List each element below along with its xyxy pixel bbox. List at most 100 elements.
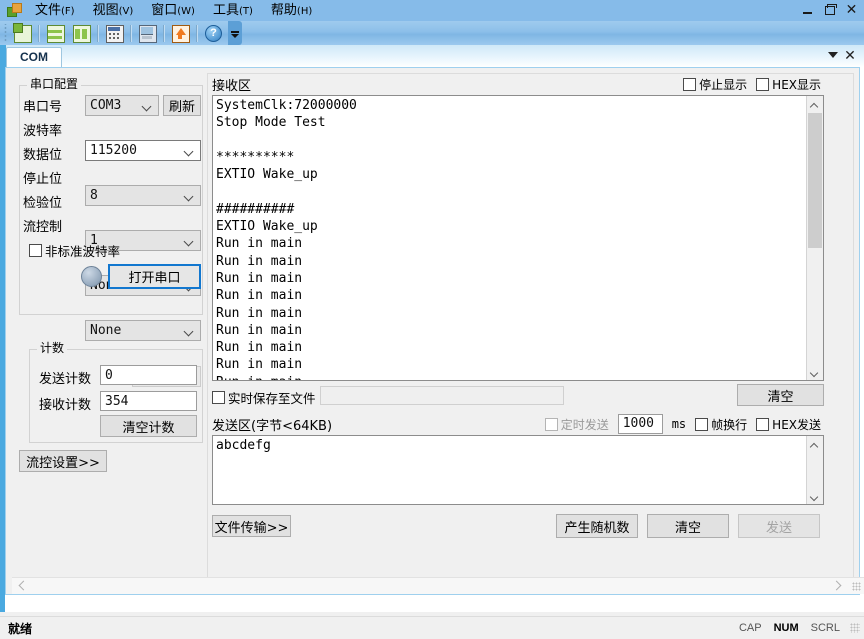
calculator-button[interactable] xyxy=(102,22,126,45)
stop-display-checkbox[interactable] xyxy=(683,77,697,91)
port-number-label: 串口号 xyxy=(23,100,63,115)
flow-control-combo[interactable]: None xyxy=(85,320,201,341)
minimize-icon[interactable] xyxy=(801,3,814,16)
chevron-down-icon xyxy=(185,237,193,245)
send-scrollbar[interactable] xyxy=(806,436,823,504)
frame-newline-checkbox-wrap[interactable]: 帧换行 xyxy=(695,416,747,433)
flow-control-settings-label: 流控设置>> xyxy=(26,455,100,471)
send-scroll-down-button[interactable] xyxy=(807,488,823,504)
menu-item-view[interactable]: 视图(V) xyxy=(84,1,143,21)
flow-control-value: None xyxy=(90,323,122,338)
horizontal-split-button[interactable] xyxy=(43,22,67,45)
receive-scrollbar[interactable] xyxy=(806,96,823,380)
help-button[interactable]: ? xyxy=(201,22,225,45)
send-button-label: 发送 xyxy=(765,520,792,536)
generate-random-button[interactable]: 产生随机数 xyxy=(556,514,638,538)
toolbar-separator xyxy=(130,24,131,42)
custom-baud-checkbox[interactable] xyxy=(29,244,42,257)
frame-newline-label: 帧换行 xyxy=(711,417,748,432)
toolbar-grip[interactable] xyxy=(2,24,9,42)
tab-close-icon[interactable]: ✕ xyxy=(842,47,858,63)
new-document-button[interactable] xyxy=(10,22,34,45)
status-resize-grip-icon[interactable] xyxy=(850,623,860,633)
menu-item-tools[interactable]: 工具(T) xyxy=(204,1,262,21)
rx-count-label: 接收计数 xyxy=(39,398,92,413)
scroll-right-icon[interactable] xyxy=(833,581,842,590)
resize-grip-icon xyxy=(852,582,861,591)
menu-item-window-mnemonic: (W) xyxy=(177,5,195,17)
save-to-file-checkbox[interactable] xyxy=(212,391,225,404)
menu-item-file[interactable]: 文件(F) xyxy=(26,1,84,21)
data-bits-combo[interactable]: 8 xyxy=(85,185,201,206)
baud-rate-label: 波特率 xyxy=(23,124,63,139)
hex-display-label: HEX显示 xyxy=(772,77,821,92)
rx-count-value: 354 xyxy=(105,394,129,409)
menu-item-view-mnemonic: (V) xyxy=(118,5,134,17)
clear-receive-button[interactable]: 清空 xyxy=(737,384,824,406)
chevron-down-icon xyxy=(185,192,193,200)
frame-newline-checkbox[interactable] xyxy=(695,417,709,431)
clear-send-label: 清空 xyxy=(674,520,701,536)
generate-random-label: 产生随机数 xyxy=(564,520,630,536)
save-to-file-row: 实时保存至文件 xyxy=(212,387,316,408)
chevron-down-icon xyxy=(185,327,193,335)
app-logo-icon xyxy=(6,3,22,18)
tx-count-field[interactable]: 0 xyxy=(100,365,197,385)
toolbar-overflow-icon[interactable] xyxy=(228,21,242,45)
refresh-ports-label: 刷新 xyxy=(168,100,195,115)
baud-rate-value: 115200 xyxy=(90,143,137,158)
mdi-child-frame: 串口配置 串口号 COM3 刷新 波特率 115200 数据位 8 停止位 1 … xyxy=(5,67,864,595)
toolbar-separator xyxy=(97,24,98,42)
send-interval-value: 1000 xyxy=(622,416,655,431)
clear-counters-button[interactable]: 清空计数 xyxy=(100,415,197,437)
tab-com[interactable]: COM xyxy=(6,47,62,68)
hex-send-checkbox[interactable] xyxy=(756,417,770,431)
maximize-icon[interactable] xyxy=(823,3,837,16)
hex-send-checkbox-wrap[interactable]: HEX发送 xyxy=(756,416,821,433)
file-transfer-label: 文件传输>> xyxy=(214,520,289,536)
menu-item-window[interactable]: 窗口(W) xyxy=(142,1,204,21)
file-transfer-button[interactable]: 文件传输>> xyxy=(212,515,291,537)
upload-button[interactable] xyxy=(168,22,192,45)
menu-item-help[interactable]: 帮助(H) xyxy=(262,1,321,21)
open-port-label: 打开串口 xyxy=(128,271,181,286)
open-port-button[interactable]: 打开串口 xyxy=(108,264,201,289)
menu-item-tools-mnemonic: (T) xyxy=(238,5,253,17)
save-file-path-field[interactable] xyxy=(320,386,564,405)
flow-control-settings-button[interactable]: 流控设置>> xyxy=(19,450,107,472)
refresh-ports-button[interactable]: 刷新 xyxy=(163,95,201,116)
scroll-down-button[interactable] xyxy=(807,364,823,380)
send-interval-field[interactable]: 1000 xyxy=(617,414,663,434)
serial-config-group-label: 串口配置 xyxy=(27,78,82,90)
vertical-split-button[interactable] xyxy=(69,22,93,45)
baud-rate-combo[interactable]: 115200 xyxy=(85,140,201,161)
stop-bits-label: 停止位 xyxy=(23,172,63,187)
remote-pc-button[interactable] xyxy=(135,22,159,45)
scroll-up-button[interactable] xyxy=(807,96,823,112)
serial-config-panel: 串口配置 串口号 COM3 刷新 波特率 115200 数据位 8 停止位 1 … xyxy=(15,73,203,472)
receive-textarea[interactable]: SystemClk:72000000 Stop Mode Test ******… xyxy=(212,95,824,381)
clear-send-button[interactable]: 清空 xyxy=(647,514,729,538)
port-number-combo[interactable]: COM3 xyxy=(85,95,159,116)
send-scroll-up-button[interactable] xyxy=(807,436,823,452)
receive-content: SystemClk:72000000 Stop Mode Test ******… xyxy=(216,98,357,380)
status-scrl-indicator: SCRL xyxy=(810,622,840,634)
chevron-down-icon[interactable] xyxy=(828,52,838,58)
toolbar-separator xyxy=(163,24,164,42)
scrollbar-thumb[interactable] xyxy=(808,113,822,248)
terminal-panel: 接收区 停止显示 HEX显示 SystemClk:72000000 Stop M… xyxy=(207,73,852,588)
menu-item-window-label: 窗口 xyxy=(151,2,178,18)
menu-item-tools-label: 工具 xyxy=(212,2,239,18)
hex-display-checkbox[interactable] xyxy=(756,77,770,91)
close-icon[interactable]: ✕ xyxy=(845,2,858,16)
hex-display-checkbox-wrap[interactable]: HEX显示 xyxy=(756,76,821,93)
scroll-up-icon xyxy=(811,102,818,109)
send-button[interactable]: 发送 xyxy=(738,514,820,538)
clear-receive-label: 清空 xyxy=(767,389,794,405)
rx-count-field[interactable]: 354 xyxy=(100,391,197,411)
client-horizontal-scrollbar[interactable] xyxy=(12,577,864,594)
stop-display-checkbox-wrap[interactable]: 停止显示 xyxy=(683,76,747,93)
menu-item-file-label: 文件 xyxy=(35,2,62,18)
scroll-left-icon[interactable] xyxy=(18,581,27,590)
send-textarea[interactable]: abcdefg xyxy=(212,435,824,505)
